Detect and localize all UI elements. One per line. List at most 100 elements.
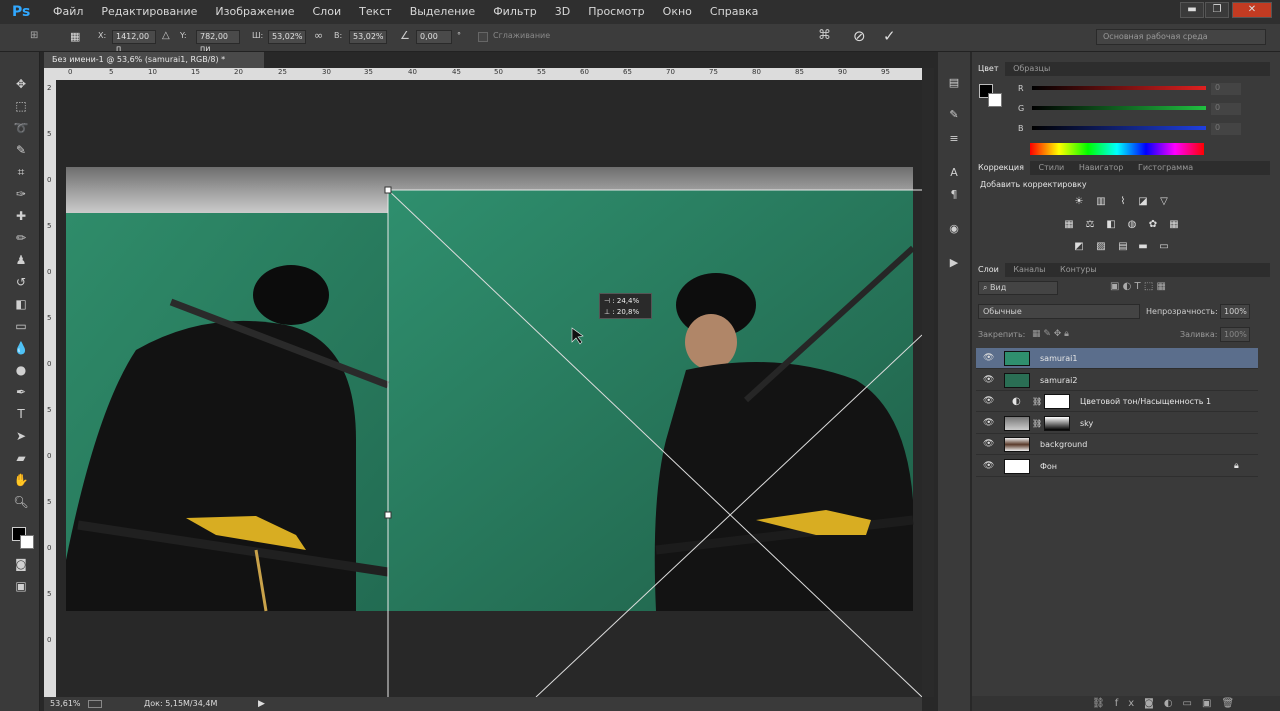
visibility-eye-icon[interactable]: 👁︎ [983,456,994,477]
stamp-tool-icon[interactable]: ♟ [12,252,30,268]
layer-filter-select[interactable]: ⌕ Вид [978,281,1058,295]
marquee-tool-icon[interactable]: ⬚ [12,98,30,114]
tab-paths[interactable]: Контуры [1054,263,1103,277]
eyedropper-tool-icon[interactable]: ✑ [12,186,30,202]
layers-footer-toolbar[interactable]: ⛓fx◙◐▭▣🗑︎ [972,696,1280,711]
layer-row[interactable]: 👁︎ samurai1 [976,348,1258,369]
healing-tool-icon[interactable]: ✚ [12,208,30,224]
filter-type-icons[interactable]: ▣ ◐ T ⬚ ▦ [1110,281,1166,292]
antialias-checkbox[interactable] [478,32,488,42]
reference-point-icon[interactable]: ▦ [70,30,86,44]
type-tool-icon[interactable]: T [12,406,30,422]
menu-image[interactable]: Изображение [206,0,303,24]
brush-tool-icon[interactable]: ✏ [12,230,30,246]
gradient-tool-icon[interactable]: ▭ [12,318,30,334]
commit-transform-icon[interactable]: ✓ [883,27,896,45]
vertical-scrollbar[interactable] [922,68,934,697]
layer-row[interactable]: 👁︎ ⛓ sky [976,413,1258,434]
lasso-tool-icon[interactable]: ➰ [12,120,30,136]
blue-slider[interactable] [1032,126,1206,130]
visibility-eye-icon[interactable]: 👁︎ [983,413,994,434]
blur-tool-icon[interactable]: 💧 [12,340,30,356]
dodge-tool-icon[interactable]: ● [12,362,30,378]
tab-histogram[interactable]: Гистограмма [1132,161,1199,175]
minimize-button[interactable]: ▬ [1180,2,1204,18]
workspace-select[interactable]: Основная рабочая среда [1096,29,1266,45]
tab-channels[interactable]: Каналы [1007,263,1051,277]
curves-adjust-icon[interactable]: ⌇ [1116,196,1130,208]
menu-3d[interactable]: 3D [546,0,579,24]
menu-type[interactable]: Текст [350,0,401,24]
red-value[interactable]: 0 [1211,83,1241,95]
pen-tool-icon[interactable]: ✒ [12,384,30,400]
brush-presets-icon[interactable]: ✎ [946,108,962,122]
posterize-adjust-icon[interactable]: ▨ [1094,241,1108,253]
hand-tool-icon[interactable]: ✋ [12,472,30,488]
paragraph-icon[interactable]: ¶ [946,188,962,202]
blue-value[interactable]: 0 [1211,123,1241,135]
invert-adjust-icon[interactable]: ◩ [1072,241,1086,253]
brightness-adjust-icon[interactable]: ☀ [1072,196,1086,208]
info-icon[interactable]: ◉ [946,222,962,236]
exposure-adjust-icon[interactable]: ◪ [1136,196,1150,208]
red-slider[interactable] [1032,86,1206,90]
move-tool-icon[interactable]: ✥ [12,76,30,92]
status-menu-arrow-icon[interactable]: ▶ [258,697,265,711]
shape-tool-icon[interactable]: ▰ [12,450,30,466]
levels-adjust-icon[interactable]: ▥ [1094,196,1108,208]
transform-handle[interactable] [384,511,392,519]
menu-view[interactable]: Просмотр [579,0,653,24]
color-lookup-adjust-icon[interactable]: ▦ [1167,219,1181,231]
hue-sat-adjust-icon[interactable]: ▦ [1062,219,1076,231]
width-field[interactable]: 53,02% [268,30,306,44]
brush-panel-icon[interactable]: ≡ [946,132,962,146]
height-field[interactable]: 53,02% [349,30,387,44]
link-icon[interactable]: ∞ [314,29,323,42]
channel-mixer-adjust-icon[interactable]: ✿ [1146,219,1160,231]
photo-filter-adjust-icon[interactable]: ◍ [1125,219,1139,231]
selective-color-adjust-icon[interactable]: ▭ [1157,241,1171,253]
document-tab[interactable]: Без имени-1 @ 53,6% (samurai1, RGB/8) * [44,52,264,68]
y-field[interactable]: 782,00 пи [196,30,240,53]
layer-row[interactable]: 👁︎ ◐ ⛓ Цветовой тон/Насыщенность 1 [976,391,1258,412]
menu-select[interactable]: Выделение [401,0,485,24]
warp-icon[interactable]: ⌘ [818,28,831,43]
green-value[interactable]: 0 [1211,103,1241,115]
eraser-tool-icon[interactable]: ◧ [12,296,30,312]
background-color-swatch[interactable] [20,535,34,549]
actions-play-icon[interactable]: ▶ [946,256,962,270]
visibility-eye-icon[interactable]: 👁︎ [983,391,994,412]
visibility-eye-icon[interactable]: 👁︎ [983,434,994,455]
history-icon[interactable]: ▤ [946,76,962,90]
canvas-area[interactable]: ⊣ : 24,4% ⊥ : 20,8% [56,80,922,697]
menu-file[interactable]: Файл [44,0,92,24]
x-field[interactable]: 1412,00 п [112,30,156,53]
tab-layers[interactable]: Слои [972,263,1005,277]
transform-handle[interactable] [384,186,392,194]
document-canvas[interactable] [56,80,922,697]
tab-color[interactable]: Цвет [972,62,1005,76]
path-select-icon[interactable]: ➤ [12,428,30,444]
bw-adjust-icon[interactable]: ◧ [1104,219,1118,231]
restore-button[interactable]: ❐ [1205,2,1229,18]
history-brush-icon[interactable]: ↺ [12,274,30,290]
zoom-tool-icon[interactable]: 🔍︎ [12,494,30,510]
blend-mode-select[interactable]: Обычные [978,304,1140,319]
character-icon[interactable]: A [946,166,962,180]
gradient-map-adjust-icon[interactable]: ▬ [1136,241,1150,253]
quick-select-tool-icon[interactable]: ✎ [12,142,30,158]
color-spectrum[interactable] [1030,143,1204,155]
menu-edit[interactable]: Редактирование [92,0,206,24]
lock-icons[interactable]: ▦ ✎ ✥ 🔒︎ [1032,329,1069,339]
zoom-level[interactable]: 53,61% [50,697,81,711]
visibility-eye-icon[interactable]: 👁︎ [983,370,994,391]
layer-row[interactable]: 👁︎ samurai2 [976,370,1258,391]
close-button[interactable]: ✕ [1232,2,1272,18]
vibrance-adjust-icon[interactable]: ▽ [1157,196,1171,208]
tab-navigator[interactable]: Навигатор [1073,161,1130,175]
cancel-transform-icon[interactable]: ⊘ [853,27,866,45]
angle-field[interactable]: 0,00 [416,30,452,44]
delta-icon[interactable]: △ [162,30,170,41]
fill-field[interactable]: 100% [1220,327,1250,342]
visibility-eye-icon[interactable]: 👁︎ [983,348,994,369]
